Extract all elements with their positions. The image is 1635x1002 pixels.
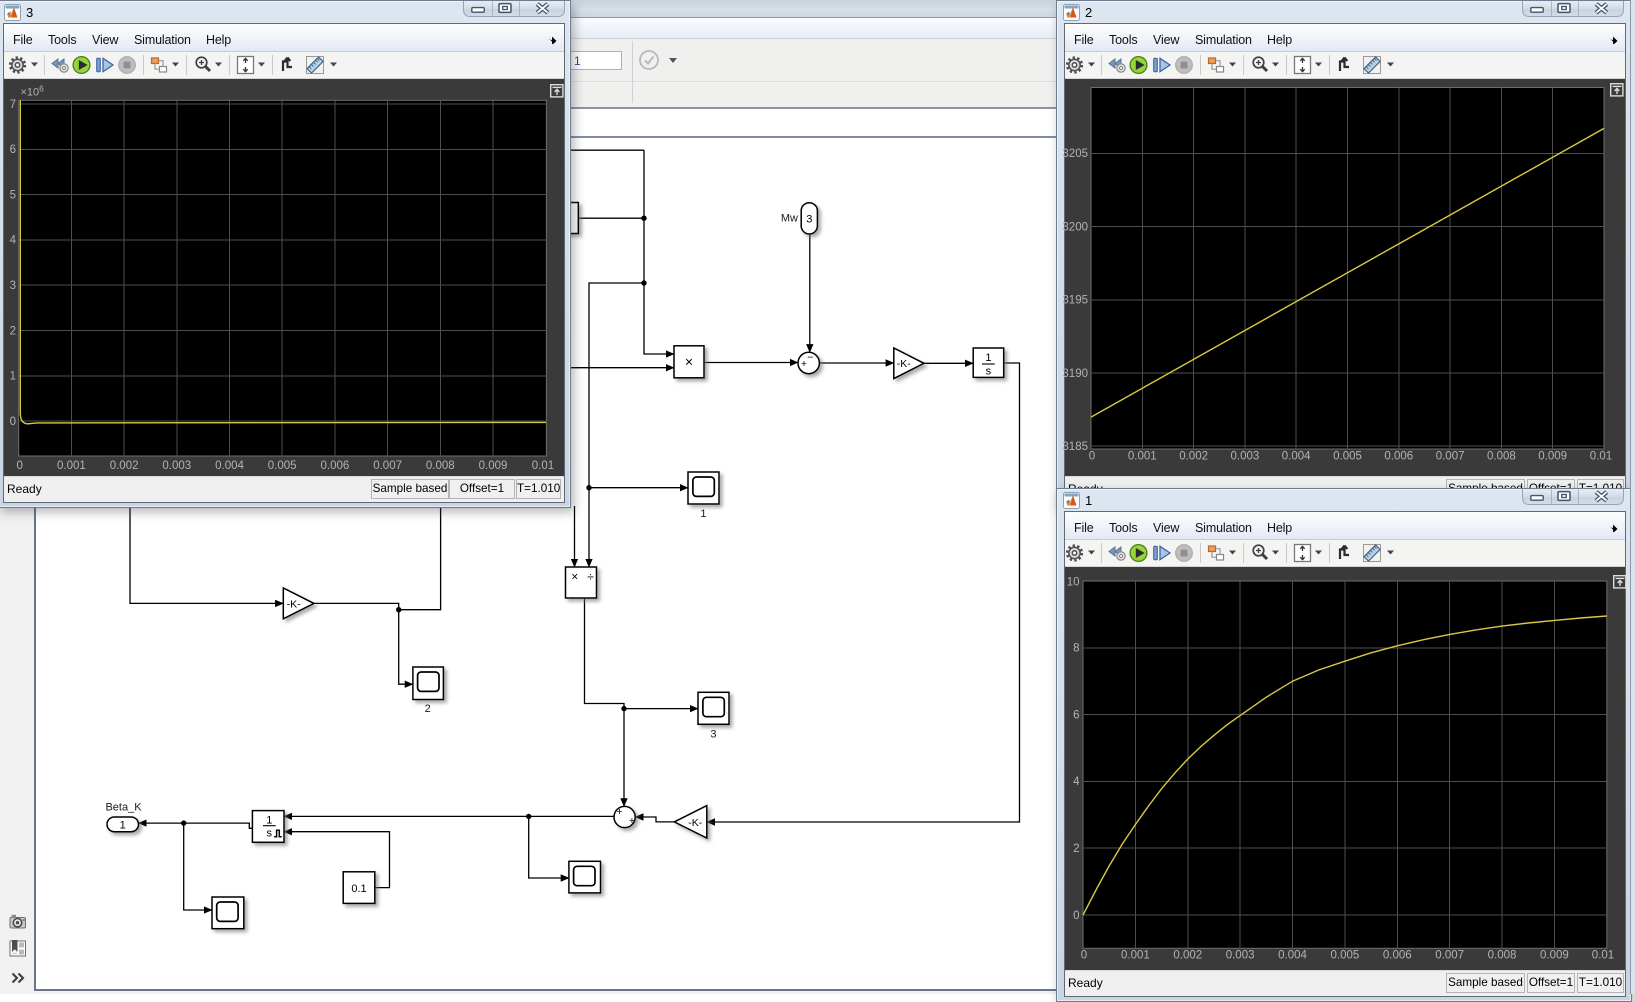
svg-text:0.001: 0.001 bbox=[1128, 451, 1157, 463]
svg-text:0: 0 bbox=[1081, 950, 1087, 962]
svg-text:0.003: 0.003 bbox=[1226, 950, 1255, 962]
svg-text:0.003: 0.003 bbox=[162, 460, 191, 472]
svg-text:2: 2 bbox=[1073, 843, 1079, 855]
svg-text:0.001: 0.001 bbox=[1121, 950, 1150, 962]
svg-text:−: − bbox=[807, 351, 813, 363]
svg-text:0: 0 bbox=[1089, 451, 1095, 463]
svg-text:+: + bbox=[801, 358, 807, 370]
svg-text:0.002: 0.002 bbox=[110, 460, 139, 472]
svg-text:0.005: 0.005 bbox=[1333, 451, 1362, 463]
svg-text:3200: 3200 bbox=[1062, 221, 1088, 233]
svg-text:0.01: 0.01 bbox=[532, 460, 554, 472]
svg-text:4: 4 bbox=[1073, 776, 1080, 788]
svg-text:+: + bbox=[616, 806, 622, 818]
svg-text:0.009: 0.009 bbox=[1540, 950, 1569, 962]
svg-text:0.006: 0.006 bbox=[1383, 950, 1412, 962]
svg-text:0.008: 0.008 bbox=[426, 460, 455, 472]
svg-text:3: 3 bbox=[710, 728, 716, 740]
svg-text:-K-: -K- bbox=[897, 358, 912, 370]
svg-text:0.006: 0.006 bbox=[321, 460, 350, 472]
svg-text:0: 0 bbox=[1073, 910, 1079, 922]
svg-text:8: 8 bbox=[1073, 643, 1079, 655]
svg-text:0.008: 0.008 bbox=[1488, 950, 1517, 962]
svg-text:1: 1 bbox=[700, 508, 706, 520]
svg-text:2: 2 bbox=[10, 325, 16, 337]
svg-text:0.004: 0.004 bbox=[1278, 950, 1307, 962]
svg-text:1: 1 bbox=[985, 352, 991, 364]
svg-text:s: s bbox=[267, 828, 273, 840]
svg-text:0.005: 0.005 bbox=[1331, 950, 1360, 962]
svg-text:×106: ×106 bbox=[21, 84, 45, 99]
svg-text:÷: ÷ bbox=[587, 570, 594, 584]
svg-text:1: 1 bbox=[120, 820, 126, 832]
svg-text:2: 2 bbox=[425, 703, 431, 715]
svg-text:3195: 3195 bbox=[1062, 295, 1088, 307]
svg-text:0.001: 0.001 bbox=[57, 460, 86, 472]
svg-text:0: 0 bbox=[16, 460, 22, 472]
svg-text:0: 0 bbox=[10, 416, 16, 428]
svg-text:3205: 3205 bbox=[1062, 148, 1088, 160]
svg-text:0.008: 0.008 bbox=[1487, 451, 1516, 463]
svg-text:0.003: 0.003 bbox=[1231, 451, 1260, 463]
svg-text:0.01: 0.01 bbox=[1590, 451, 1612, 463]
svg-text:0.007: 0.007 bbox=[1436, 451, 1465, 463]
svg-text:1: 1 bbox=[10, 371, 16, 383]
svg-text:5: 5 bbox=[10, 189, 16, 201]
svg-text:6: 6 bbox=[1073, 709, 1079, 721]
svg-text:7: 7 bbox=[10, 99, 16, 111]
svg-text:-K-: -K- bbox=[287, 598, 302, 610]
svg-text:0.1: 0.1 bbox=[351, 883, 366, 895]
svg-text:3: 3 bbox=[10, 280, 16, 292]
svg-text:0.009: 0.009 bbox=[479, 460, 508, 472]
svg-text:-K-: -K- bbox=[688, 817, 703, 829]
svg-text:0.007: 0.007 bbox=[373, 460, 402, 472]
svg-text:0.009: 0.009 bbox=[1538, 451, 1567, 463]
svg-text:1: 1 bbox=[266, 815, 272, 827]
svg-text:s: s bbox=[986, 365, 992, 377]
svg-text:Beta_K: Beta_K bbox=[105, 801, 142, 813]
svg-text:0.004: 0.004 bbox=[1282, 451, 1311, 463]
svg-text:0.005: 0.005 bbox=[268, 460, 297, 472]
svg-text:3185: 3185 bbox=[1062, 441, 1088, 453]
svg-text:×: × bbox=[685, 354, 693, 370]
svg-text:10: 10 bbox=[1067, 577, 1080, 589]
svg-text:0.002: 0.002 bbox=[1179, 451, 1208, 463]
svg-text:4: 4 bbox=[10, 235, 17, 247]
svg-text:+: + bbox=[629, 815, 635, 827]
svg-text:×: × bbox=[571, 570, 578, 584]
svg-text:Mw: Mw bbox=[781, 213, 798, 225]
svg-text:0.006: 0.006 bbox=[1384, 451, 1413, 463]
svg-text:0.01: 0.01 bbox=[1592, 950, 1614, 962]
svg-text:0.004: 0.004 bbox=[215, 460, 244, 472]
svg-text:0.007: 0.007 bbox=[1435, 950, 1464, 962]
svg-text:6: 6 bbox=[10, 144, 16, 156]
svg-text:3: 3 bbox=[806, 214, 812, 226]
svg-text:0.002: 0.002 bbox=[1173, 950, 1202, 962]
svg-text:3190: 3190 bbox=[1062, 368, 1088, 380]
